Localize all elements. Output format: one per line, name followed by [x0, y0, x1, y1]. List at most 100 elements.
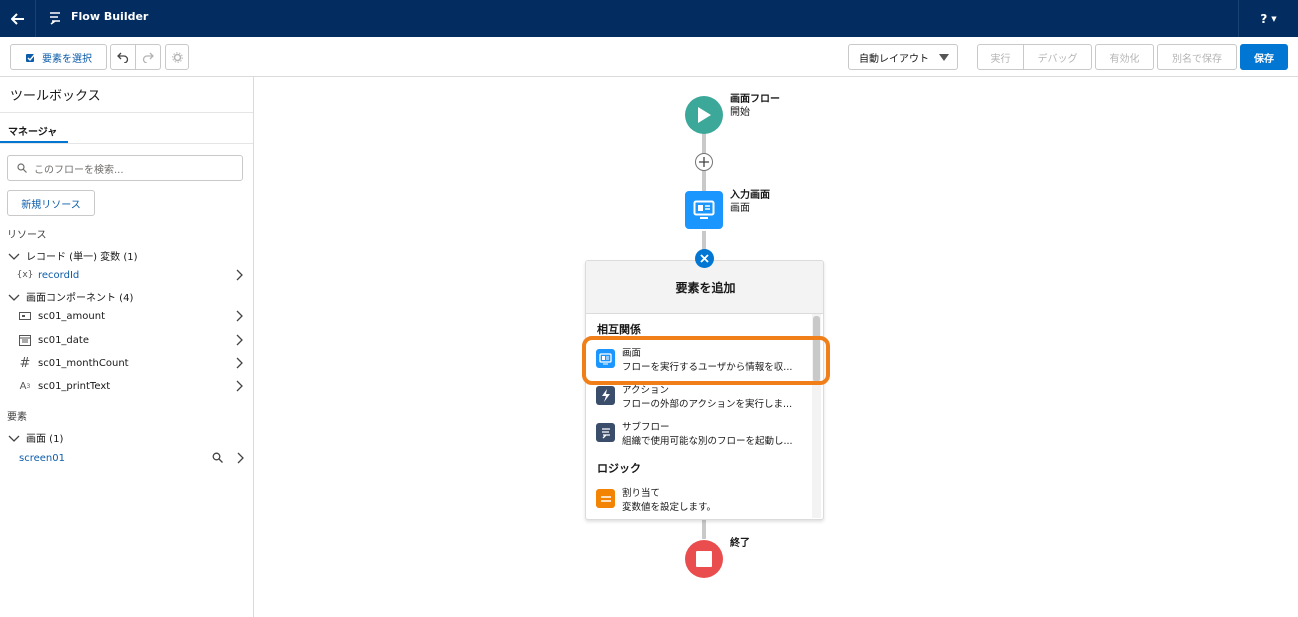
caret-down-icon	[939, 54, 949, 61]
activate-label: 有効化	[1109, 53, 1140, 65]
resources-section-label: リソース	[7, 230, 47, 241]
start-node-title: 画面フロー	[730, 94, 780, 105]
tab-manager[interactable]: マネージャ	[0, 113, 68, 144]
select-element-button[interactable]: 要素を選択	[10, 44, 107, 70]
start-node-subtitle: 開始	[730, 107, 750, 118]
connector-line	[702, 169, 706, 191]
toolbar: 要素を選択 自動レイアウト 実行 デバッグ 有効化 別名で保存 保存	[0, 37, 1298, 77]
toolbox-title: ツールボックス	[10, 89, 101, 104]
gear-icon	[171, 51, 183, 63]
panel-item-subflow[interactable]: サブフロー 組織で使用可能な別のフローを起動し...	[596, 419, 806, 451]
flow-icon	[50, 12, 60, 25]
assignment-icon	[596, 489, 615, 508]
select-icon	[26, 53, 36, 62]
chevron-right-icon[interactable]	[234, 310, 244, 322]
panel-item-desc: フローの外部のアクションを実行しま...	[622, 399, 793, 410]
screen-node-label: 入力画面 画面	[730, 189, 770, 215]
bolt-icon	[596, 386, 615, 405]
connector-line	[702, 519, 706, 539]
layout-select[interactable]: 自動レイアウト	[848, 44, 958, 70]
resource-item-label: sc01_date	[38, 334, 89, 346]
play-icon	[698, 107, 711, 123]
end-node-title: 終了	[730, 538, 750, 549]
screen-element-group-label: 画面 (1)	[26, 434, 64, 445]
run-label: 実行	[990, 53, 1011, 65]
undo-button[interactable]	[110, 44, 136, 70]
save-as-button[interactable]: 別名で保存	[1157, 44, 1237, 70]
search-input[interactable]: このフローを検索...	[7, 155, 243, 181]
chevron-right-icon[interactable]	[234, 357, 244, 369]
elements-section-label: 要素	[7, 412, 27, 423]
close-panel-button[interactable]	[695, 249, 714, 268]
connector-line	[702, 133, 706, 155]
plus-icon	[699, 157, 709, 167]
resource-item-sc01-monthcount[interactable]: # sc01_monthCount	[18, 354, 248, 372]
element-item-label: screen01	[19, 452, 65, 464]
screen-icon	[693, 200, 715, 219]
select-element-label: 要素を選択	[42, 53, 92, 65]
redo-button[interactable]	[135, 44, 161, 70]
activate-button[interactable]: 有効化	[1095, 44, 1154, 70]
toolbox-panel: ツールボックス マネージャ このフローを検索... 新規リソース リソース レコ…	[0, 77, 254, 617]
search-icon	[17, 163, 27, 173]
panel-item-title: サブフロー	[622, 422, 670, 433]
element-item-screen01[interactable]: screen01	[19, 449, 249, 467]
chevron-down-icon	[8, 435, 20, 442]
panel-item-title: 割り当て	[622, 488, 661, 499]
start-node-label: 画面フロー 開始	[730, 93, 780, 119]
chevron-right-icon[interactable]	[234, 334, 244, 346]
app-title: Flow Builder	[71, 10, 149, 23]
resource-item-recordid[interactable]: {x} recordId	[16, 266, 248, 284]
new-resource-button[interactable]: 新規リソース	[7, 190, 95, 216]
screen-component-group[interactable]: 画面コンポーネント (4)	[8, 289, 133, 304]
number-icon: #	[19, 355, 31, 371]
screen-element-group[interactable]: 画面 (1)	[8, 430, 63, 445]
record-variable-group-label: レコード (単一) 変数 (1)	[26, 252, 138, 263]
resource-item-label: sc01_amount	[38, 310, 106, 322]
chevron-down-icon	[8, 294, 20, 301]
chevron-right-icon[interactable]	[234, 269, 244, 281]
resource-item-label: recordId	[38, 269, 80, 281]
interaction-section-label: 相互関係	[597, 323, 641, 336]
chevron-down-icon	[8, 253, 20, 260]
debug-button[interactable]: デバッグ	[1023, 44, 1092, 70]
start-node[interactable]	[685, 96, 723, 134]
screen-node-title: 入力画面	[730, 190, 770, 201]
logic-section-label: ロジック	[597, 462, 641, 475]
chevron-right-icon[interactable]	[234, 380, 244, 392]
save-button[interactable]: 保存	[1240, 44, 1288, 70]
input-icon	[18, 309, 32, 323]
panel-item-action[interactable]: アクション フローの外部のアクションを実行しま...	[596, 382, 806, 414]
search-icon[interactable]	[212, 452, 223, 463]
save-label: 保存	[1254, 53, 1274, 65]
screen-node[interactable]	[685, 191, 723, 229]
panel-item-desc: 変数値を設定します。	[622, 502, 717, 513]
end-node[interactable]	[685, 540, 723, 578]
redo-icon	[142, 52, 154, 63]
chevron-right-icon[interactable]	[235, 452, 245, 464]
add-element-panel: 要素を追加 相互関係 画面 フローを実行するユーザから情報を収... アクション…	[585, 260, 824, 520]
resource-item-sc01-printtext[interactable]: A3 sc01_printText	[18, 377, 248, 395]
flow-icon	[596, 423, 615, 442]
debug-label: デバッグ	[1037, 53, 1078, 65]
resource-item-label: sc01_printText	[38, 380, 111, 392]
screen-component-group-label: 画面コンポーネント (4)	[26, 293, 134, 304]
resource-item-sc01-date[interactable]: sc01_date	[18, 331, 248, 349]
text-icon: A3	[19, 380, 31, 392]
back-button[interactable]	[0, 0, 36, 37]
close-icon	[700, 254, 709, 263]
layout-select-value: 自動レイアウト	[859, 53, 929, 65]
resource-item-label: sc01_monthCount	[38, 357, 129, 369]
variable-icon: {x}	[16, 270, 34, 280]
divider	[0, 143, 253, 144]
panel-item-assignment[interactable]: 割り当て 変数値を設定します。	[596, 485, 806, 517]
run-button[interactable]: 実行	[977, 44, 1024, 70]
settings-button[interactable]	[165, 44, 189, 70]
record-variable-group[interactable]: レコード (単一) 変数 (1)	[8, 248, 138, 263]
screen-node-subtitle: 画面	[730, 203, 750, 214]
add-element-button[interactable]	[695, 153, 713, 171]
stop-icon	[696, 551, 712, 567]
resource-item-sc01-amount[interactable]: sc01_amount	[18, 307, 248, 325]
back-arrow-icon	[10, 12, 24, 25]
help-menu-button[interactable]: ? ▼	[1238, 0, 1298, 37]
